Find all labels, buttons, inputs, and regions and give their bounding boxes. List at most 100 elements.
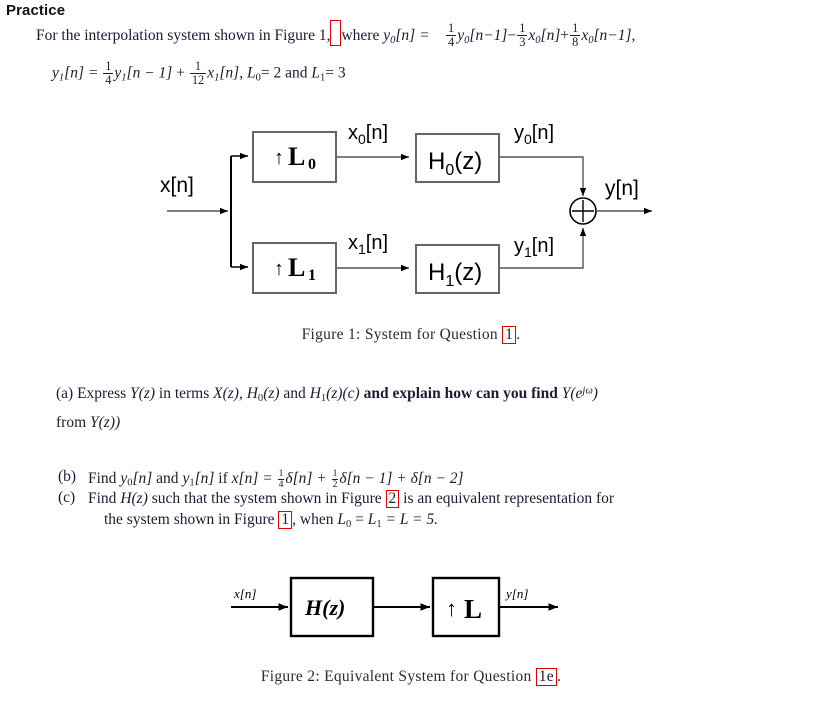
question-a-p2: in terms bbox=[158, 385, 210, 402]
figure-2-caption-text: Figure 2: Equivalent System for Question bbox=[260, 668, 532, 685]
question-a-line-1: (a) Express Y(z) in terms X(z), H0(z) an… bbox=[56, 385, 598, 404]
fraction-denominator: 3 bbox=[517, 35, 528, 50]
question-b-text: Find y0[n] and y1[n] if x[n] = 1 4 δ[n] + … bbox=[88, 469, 464, 490]
fraction-denominator: 2 bbox=[331, 478, 339, 490]
figure2-upsampler-label: L bbox=[464, 594, 482, 624]
upsampler-L0-label: L bbox=[288, 142, 305, 171]
question-a-and: and bbox=[283, 385, 306, 402]
delta-term-1: δ[n] + bbox=[285, 469, 327, 487]
upsampler-L0-subscript: 0 bbox=[308, 156, 316, 173]
symbol-z-2: (z), bbox=[222, 385, 243, 402]
L1-value-text: = 3 bbox=[325, 64, 346, 82]
delta-term-2: δ[n − 1] + δ[n − 2] bbox=[339, 469, 464, 487]
symbol-y0-arg: [n] bbox=[132, 469, 153, 487]
page-title: Practice bbox=[6, 2, 66, 19]
term2-argument: [n] bbox=[540, 27, 561, 44]
fraction-one-third: 13 bbox=[517, 21, 528, 50]
question-a-p3: and explain how can you find bbox=[363, 385, 558, 402]
question-a-l2-p1: from bbox=[56, 414, 87, 431]
symbol-Y: Y bbox=[130, 385, 139, 402]
figure2-input-label: x[n] bbox=[233, 586, 256, 601]
fraction-b-one-fourth: 14 bbox=[277, 468, 285, 490]
intro-after-ref-text: where bbox=[341, 27, 380, 44]
symbol-L0-c: L bbox=[337, 511, 346, 528]
figure-1-caption-text: Figure 1: System for Question bbox=[301, 326, 498, 343]
symbol-z-1: (z) bbox=[138, 385, 156, 402]
figure-1-caption-period: . bbox=[516, 326, 521, 343]
fraction-numerator: 1 bbox=[519, 21, 526, 36]
L0-symbol: L bbox=[246, 64, 256, 82]
symbol-H1: H bbox=[309, 385, 321, 402]
fraction-denominator: 4 bbox=[277, 478, 285, 490]
symbol-ejw-open: (e bbox=[570, 385, 583, 402]
intro-lead-text: For the interpolation system shown in Fi… bbox=[36, 27, 331, 44]
question-c-marker: (c) bbox=[58, 489, 76, 506]
question-c-p3: is an equivalent representation for bbox=[403, 490, 615, 507]
question-a-p1: Express bbox=[77, 385, 127, 402]
symbol-H: H bbox=[120, 490, 132, 507]
line2-term1-argument: [n − 1] bbox=[126, 64, 173, 82]
question-c-l2-p2: , when bbox=[292, 511, 334, 528]
question-c-line-1: Find H(z) such that the system shown in … bbox=[88, 490, 614, 508]
symbol-H0: H bbox=[246, 385, 258, 402]
fraction-one-fourth-2: 14 bbox=[103, 59, 114, 87]
symbol-L0-c-sub: 0 bbox=[345, 518, 352, 530]
symbol-H-arg: (z) bbox=[131, 490, 148, 507]
signal-label-y: y[n] bbox=[605, 177, 639, 200]
figure-1-block-diagram: ↑ L 0 x0[n] H0(z) y0[n] y[n] ↑ L 1 x1[n]… bbox=[0, 112, 822, 317]
y0-lhs-bracket: [n] = bbox=[395, 27, 430, 44]
fraction-denominator: 4 bbox=[103, 72, 114, 87]
y1-lhs-symbol: y bbox=[52, 64, 59, 82]
broken-reference-box-fig2: 1e bbox=[535, 668, 557, 686]
question-c-line-2: the system shown in Figure 1 , when L0 = … bbox=[104, 511, 438, 530]
y1-lhs-rest: [n] = bbox=[64, 64, 99, 82]
question-a-line-2: from Y(z)) bbox=[56, 415, 120, 431]
figure-2-caption-period: . bbox=[556, 668, 562, 685]
fraction-denominator: 4 bbox=[446, 35, 457, 50]
upsampler-L1-up-arrow: ↑ bbox=[274, 258, 284, 280]
question-b-p1: Find bbox=[88, 469, 117, 487]
broken-reference-box-fig1: 1 bbox=[502, 326, 517, 344]
intro-paragraph-line-1: For the interpolation system shown in Fi… bbox=[36, 20, 635, 49]
figure2-filter-H-label: H(z) bbox=[304, 595, 345, 620]
figure-2-block-diagram: x[n] H(z) ↑ L y[n] bbox=[0, 560, 822, 660]
signal-label-x0: x0[n] bbox=[348, 122, 388, 147]
figure1-input-label: x[n] bbox=[160, 174, 194, 197]
upsampler-L1-subscript: 1 bbox=[308, 267, 316, 284]
question-c-l2-p1: the system shown in Figure bbox=[104, 511, 275, 528]
fraction-denominator: 12 bbox=[189, 72, 207, 87]
fraction-numerator: 1 bbox=[105, 59, 112, 73]
intro-paragraph-line-2: y1[n] = 1 4 y1[n − 1] + 1 12 x1[n], L0= 2 an… bbox=[52, 60, 346, 87]
question-b-if: if bbox=[218, 469, 228, 487]
symbol-ejw-close: ) bbox=[592, 385, 598, 402]
symbol-z-3: (z) bbox=[263, 385, 280, 402]
fraction-denominator: 8 bbox=[570, 35, 581, 50]
symbol-x: x bbox=[231, 469, 239, 487]
fraction-one-fourth: 14 bbox=[446, 22, 457, 50]
figure-1-svg: ↑ L 0 x0[n] H0(z) y0[n] y[n] ↑ L 1 x1[n]… bbox=[167, 122, 652, 294]
fraction-one-twelfth: 1 12 bbox=[189, 59, 207, 87]
fraction-one-eighth: 18 bbox=[570, 22, 581, 50]
fraction-numerator: 1 bbox=[278, 468, 284, 479]
symbol-x-arg: [n] = bbox=[238, 469, 273, 487]
figure2-upsampler-up-arrow: ↑ bbox=[446, 596, 457, 621]
line2-term2-argument: [n], bbox=[219, 64, 244, 82]
fraction-numerator: 1 bbox=[194, 59, 202, 73]
L-value-text: = L = 5. bbox=[385, 511, 438, 528]
figure-2-svg: x[n] H(z) ↑ L y[n] bbox=[231, 576, 558, 638]
question-b-and: and bbox=[156, 469, 179, 487]
question-b-marker: (b) bbox=[58, 468, 77, 485]
symbol-z-5: (z)) bbox=[98, 414, 121, 431]
signal-label-x1: x1[n] bbox=[348, 232, 388, 257]
question-a-marker: (a) bbox=[56, 385, 74, 402]
filter-H1-label: H1(z) bbox=[428, 259, 482, 290]
fraction-numerator: 1 bbox=[332, 468, 338, 479]
figure-1-caption: Figure 1: System for Question 1. bbox=[0, 326, 822, 344]
symbol-L1-c-sub: 1 bbox=[376, 518, 382, 530]
L1-symbol: L bbox=[311, 64, 320, 82]
equals-1: = bbox=[355, 511, 364, 528]
signal-label-y1: y1[n] bbox=[514, 235, 554, 260]
symbol-ejw-exponent: jω bbox=[582, 385, 593, 397]
fraction-b-one-half: 12 bbox=[331, 468, 339, 490]
term1-argument: [n−1] bbox=[469, 27, 508, 44]
